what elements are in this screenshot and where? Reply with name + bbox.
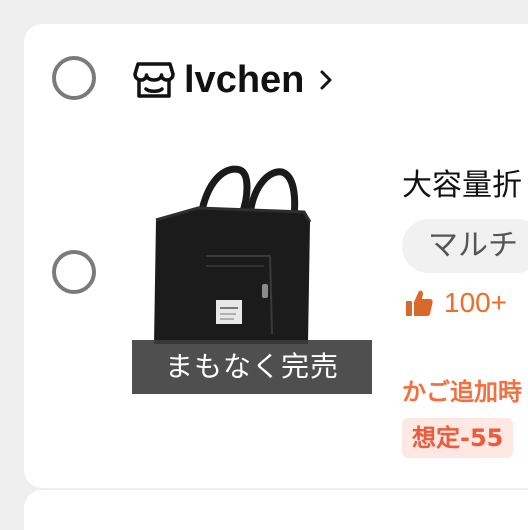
shop-select-radio[interactable] bbox=[52, 56, 96, 100]
chevron-right-icon[interactable] bbox=[316, 66, 336, 94]
likes-row: 100+ bbox=[404, 288, 507, 318]
next-cart-card bbox=[24, 490, 528, 530]
product-title[interactable]: 大容量折 bbox=[402, 160, 522, 204]
thumbs-up-icon bbox=[406, 290, 433, 316]
store-icon bbox=[133, 62, 175, 98]
likes-count: 100+ bbox=[444, 287, 508, 318]
price-badge: 想定-55 bbox=[402, 418, 514, 458]
stock-overlay: まもなく完売 bbox=[132, 340, 372, 394]
shop-name[interactable]: lvchen bbox=[184, 61, 304, 99]
cart-added-text: かご追加時 bbox=[402, 378, 522, 406]
variant-selector[interactable]: マルチ bbox=[402, 219, 528, 273]
shop-header[interactable]: lvchen bbox=[132, 56, 336, 104]
item-select-radio[interactable] bbox=[52, 250, 96, 294]
